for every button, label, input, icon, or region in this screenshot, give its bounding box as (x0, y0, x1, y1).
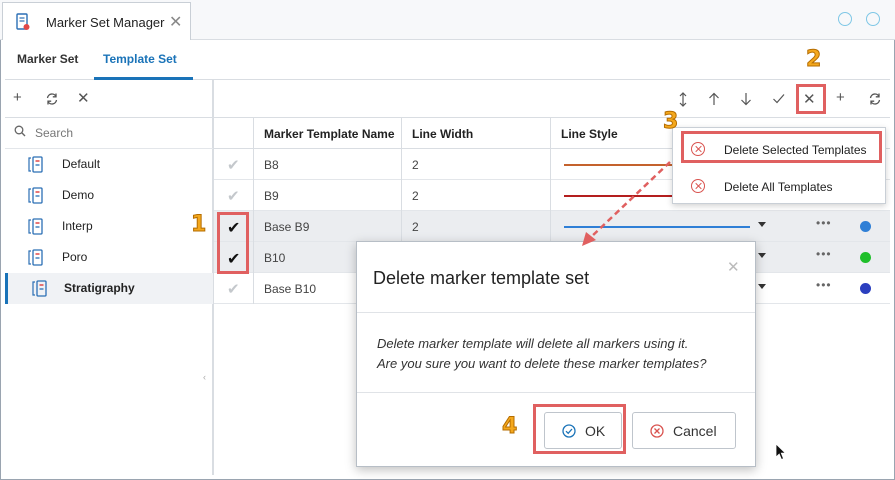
callout-3: 3 (662, 109, 679, 135)
callout-1: 1 (190, 212, 207, 238)
mouse-pointer-icon (775, 443, 787, 461)
callout-4: 4 (501, 414, 518, 440)
arrow-annotation (582, 161, 671, 246)
callout-2: 2 (805, 47, 822, 73)
